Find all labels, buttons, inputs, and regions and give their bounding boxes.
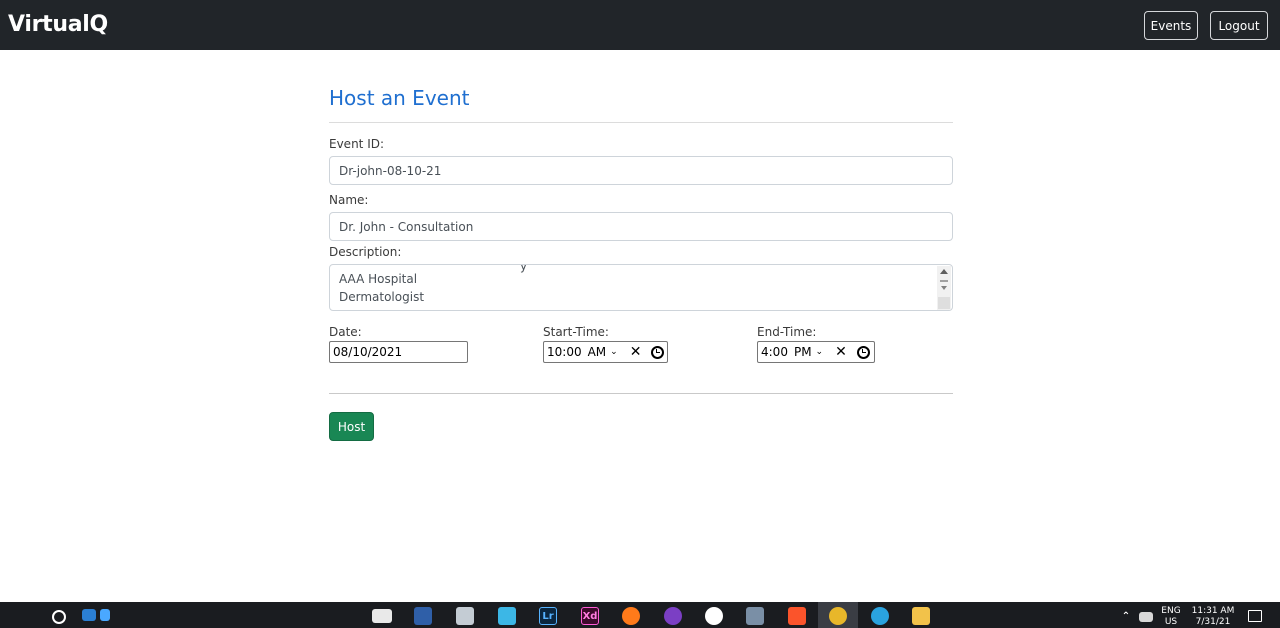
scroll-thumb[interactable] [940, 280, 948, 282]
start-time-input[interactable]: 10:00 AM ⌄ ✕ [543, 341, 668, 363]
events-button[interactable]: Events [1144, 11, 1198, 40]
screen-connect-icon[interactable] [498, 607, 516, 625]
windows-start-icon[interactable] [12, 610, 26, 624]
page-title: Host an Event [329, 86, 470, 110]
date-input[interactable]: 08/10/2021 [329, 341, 468, 363]
name-label: Name: [329, 193, 369, 207]
media-icon[interactable] [372, 609, 392, 623]
start-ampm-value: AM [587, 345, 607, 359]
chevron-up-icon[interactable]: ⌃ [1120, 610, 1132, 622]
language-bottom: US [1164, 617, 1178, 627]
clock-icon[interactable] [856, 345, 870, 359]
description-label: Description: [329, 245, 402, 259]
description-line: AAA Hospital [339, 272, 418, 286]
divider [329, 393, 953, 394]
clear-icon[interactable]: ✕ [630, 344, 642, 360]
chevron-down-icon[interactable]: ⌄ [610, 347, 618, 357]
tor-icon[interactable] [664, 607, 682, 625]
clear-icon[interactable]: ✕ [835, 344, 847, 360]
event-id-input[interactable] [329, 156, 953, 185]
taskbar: Lr Xd ⌃ ENG US 11:31 AM 7/31/21 [0, 602, 1280, 628]
scroll-down-icon[interactable] [941, 286, 947, 290]
telegram-icon[interactable] [871, 607, 889, 625]
download-arrow-icon[interactable] [100, 609, 110, 621]
app-w-icon[interactable] [705, 607, 723, 625]
brand-logo[interactable]: VirtualQ [8, 12, 108, 37]
end-time-input[interactable]: 4:00 PM ⌄ ✕ [757, 341, 875, 363]
start-time-value: 10:00 [547, 345, 582, 359]
file-explorer-icon[interactable] [912, 607, 930, 625]
network-app-icon[interactable] [82, 609, 96, 621]
language-top: ENG [1161, 606, 1181, 616]
brave-icon[interactable] [788, 607, 806, 625]
host-button[interactable]: Host [329, 412, 374, 441]
logout-button[interactable]: Logout [1210, 11, 1268, 40]
virtualbox-icon[interactable] [746, 607, 764, 625]
date-label: Date: [329, 325, 362, 339]
date-value: 08/10/2021 [333, 345, 403, 359]
chrome-icon[interactable] [829, 607, 847, 625]
start-time-label: Start-Time: [543, 325, 609, 339]
lightroom-icon[interactable]: Lr [539, 607, 557, 625]
firefox-icon[interactable] [622, 607, 640, 625]
notification-icon[interactable] [1248, 610, 1262, 622]
date-text: 7/31/21 [1195, 617, 1231, 627]
folder-sync-icon[interactable] [456, 607, 474, 625]
language-indicator[interactable]: ENG US [1158, 606, 1184, 628]
description-scrollbar[interactable] [937, 266, 951, 310]
terminal-icon[interactable] [414, 607, 432, 625]
resize-grip-icon[interactable] [938, 297, 950, 309]
chevron-down-icon[interactable]: ⌄ [816, 347, 824, 357]
name-input[interactable] [329, 212, 953, 241]
clock-display[interactable]: 11:31 AM 7/31/21 [1188, 606, 1238, 628]
description-textarea[interactable]: y AAA Hospital Dermatologist [329, 264, 953, 311]
end-time-value: 4:00 [761, 345, 788, 359]
end-time-label: End-Time: [757, 325, 817, 339]
time-text: 11:31 AM [1191, 606, 1235, 616]
description-line: Dermatologist [339, 290, 425, 304]
scroll-up-icon[interactable] [940, 269, 948, 274]
search-icon[interactable] [52, 610, 66, 624]
battery-icon[interactable] [1139, 612, 1153, 622]
navbar: VirtualQ Events Logout [0, 0, 1280, 50]
divider [329, 122, 953, 123]
event-id-label: Event ID: [329, 137, 385, 151]
clock-icon[interactable] [651, 345, 665, 359]
description-partial-line: y [520, 264, 528, 273]
end-ampm-value: PM [793, 345, 812, 359]
xd-icon[interactable]: Xd [581, 607, 599, 625]
